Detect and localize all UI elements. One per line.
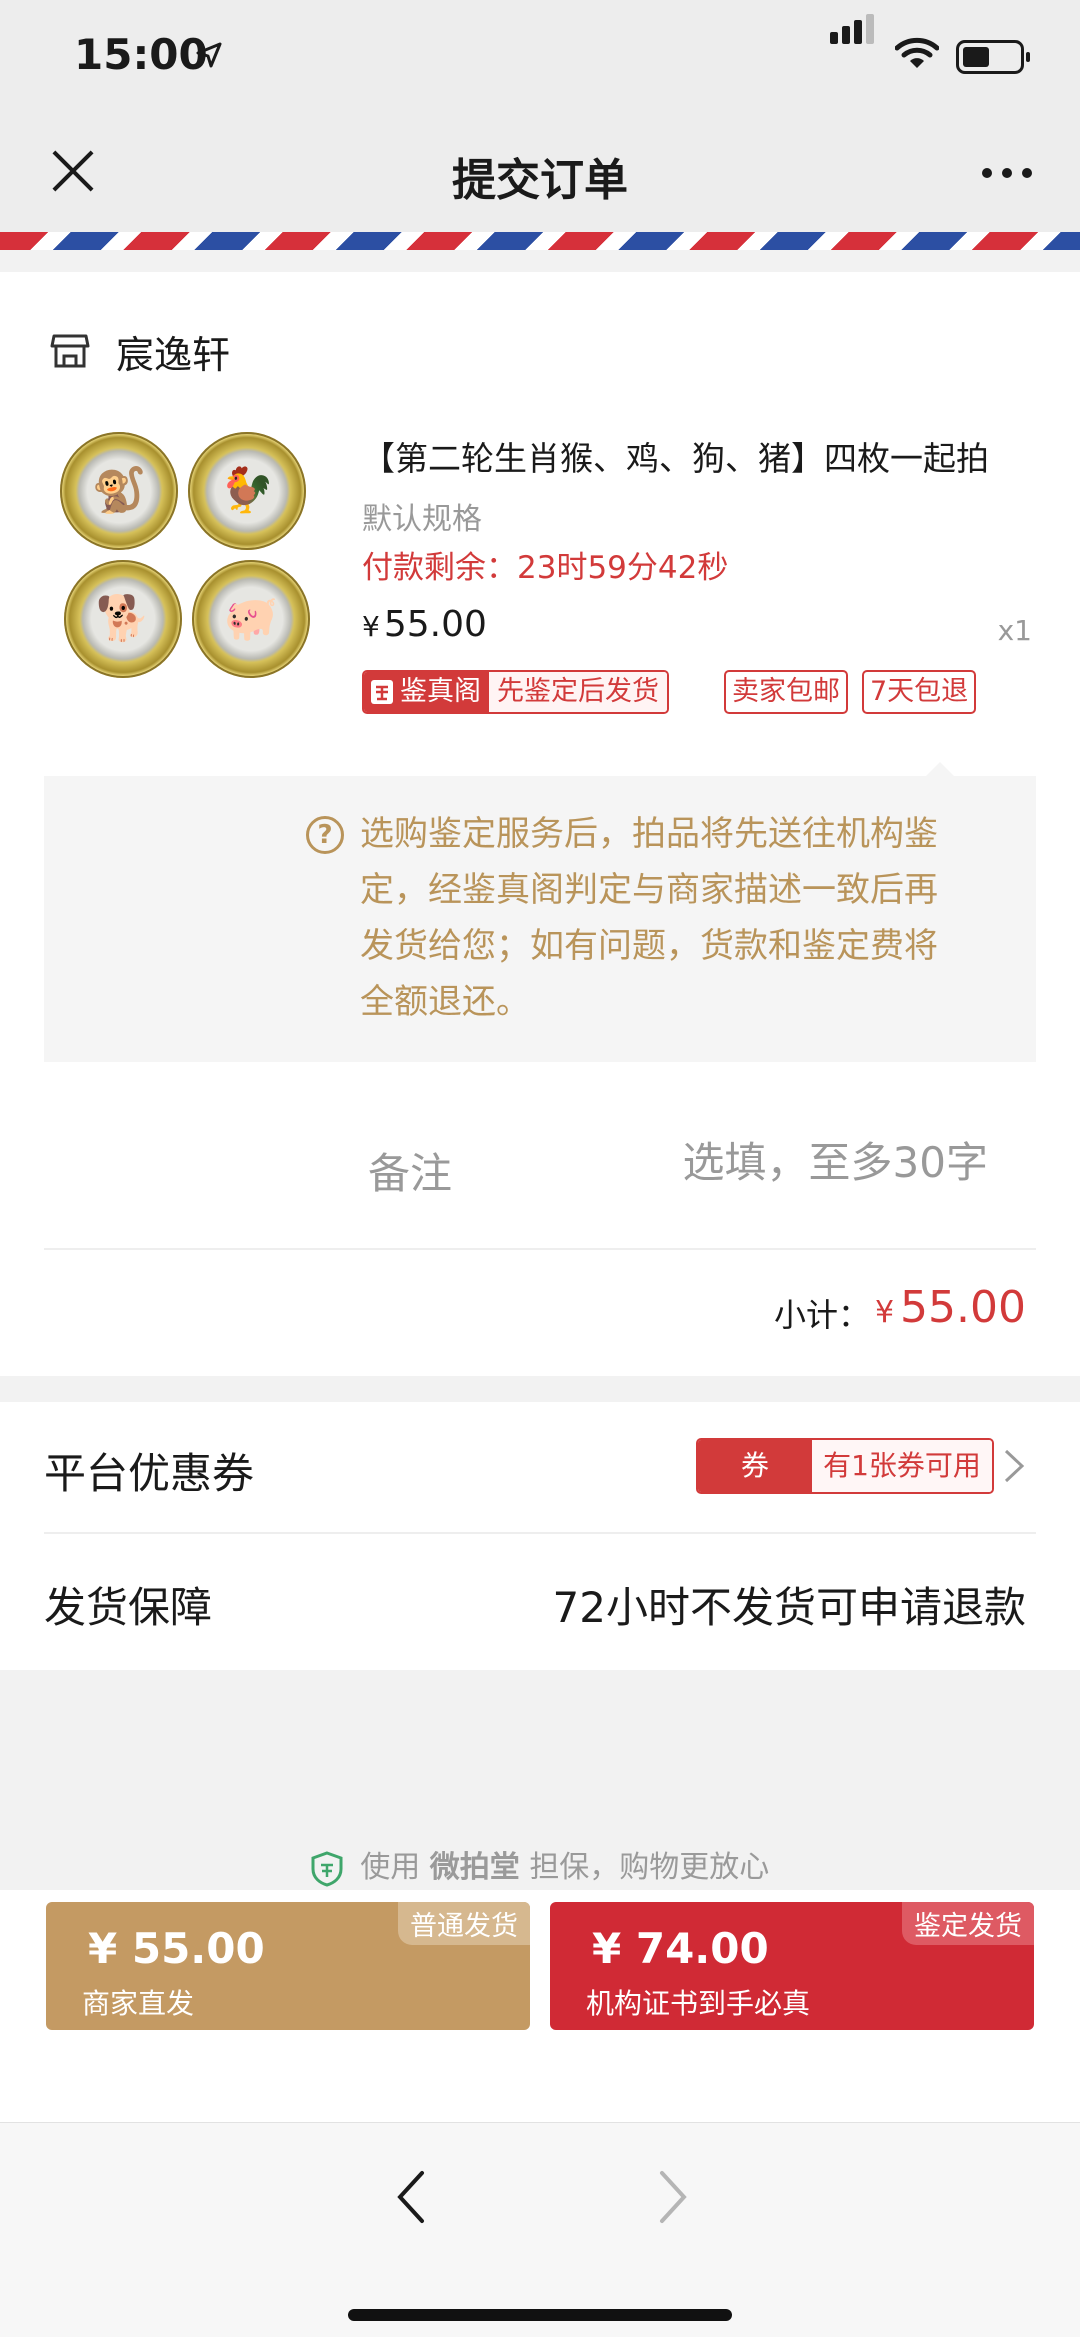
status-time: 15:00 [74,30,208,79]
divider [44,1532,1036,1534]
page-title: 提交订单 [452,155,628,206]
product-quantity: x1 [997,614,1032,647]
product-price: ¥55.00 [362,604,487,645]
product-title[interactable]: 【第二轮生肖猴、鸡、狗、猪】四枚一起拍 [362,432,989,480]
authenticated-shipping-badge: 鉴定发货 [902,1902,1034,1945]
shipping-guarantee-value: 72小时不发货可申请退款 [552,1583,1026,1632]
normal-shipping-button[interactable]: ¥ 55.00 商家直发 普通发货 [46,1902,530,2030]
authenticated-shipping-button[interactable]: ¥ 74.00 机构证书到手必真 鉴定发货 [550,1902,1034,2030]
tag-seven-day-return: 7天包退 [862,670,977,714]
chevron-right-icon[interactable] [1002,1448,1026,1484]
guarantee-brand: 微拍堂 [429,1850,520,1885]
product-image[interactable]: 🐒 🐓 🐕 🐖 [60,432,310,682]
authentication-icon [371,680,393,704]
browser-bottom-bar [0,2122,1080,2337]
more-icon[interactable] [982,168,1032,180]
remark-input[interactable] [560,1130,988,1194]
shop-name[interactable]: 宸逸轩 [116,324,230,379]
order-card: 宸逸轩 🐒 🐓 🐕 🐖 【第二轮生肖猴、鸡、狗、猪】四枚一起拍 默认规格 付款剩… [0,272,1080,1376]
options-card: 平台优惠券 券 有1张券可用 发货保障 72小时不发货可申请退款 [0,1402,1080,1670]
back-icon[interactable] [392,2167,432,2227]
wifi-icon [895,37,939,68]
tag-authentication: 鉴真阁 先鉴定后发货 [362,670,669,714]
payment-countdown: 付款剩余：23时59分42秒 [362,550,729,586]
forward-icon[interactable] [652,2167,692,2227]
product-spec: 默认规格 [362,502,482,537]
help-icon: ? [306,816,344,854]
coupon-available: 有1张券可用 [812,1440,992,1492]
battery-icon [956,40,1030,74]
authentication-notice: ? 选购鉴定服务后，拍品将先送往机构鉴定，经鉴真阁判定与商家描述一致后再发货给您… [44,762,1036,1062]
divider [44,1248,1036,1250]
top-bar: 15:00 提交订单 [0,0,1080,232]
shop-icon [50,334,90,368]
purchase-buttons: ¥ 55.00 商家直发 普通发货 ¥ 74.00 机构证书到手必真 鉴定发货 [0,1890,1080,2122]
coupon-selector[interactable]: 券 有1张券可用 [696,1438,994,1494]
airmail-border [0,232,1080,250]
guarantee-shield-icon [311,1850,343,1887]
location-arrow-icon [196,42,222,68]
remark-label: 备注 [368,1149,453,1198]
subtotal-value: ¥55.00 [874,1282,1026,1333]
shipping-guarantee-label: 发货保障 [44,1583,213,1632]
guarantee-line: 使用 微拍堂 担保，购物更放心 [0,1842,1080,1887]
notice-text: 选购鉴定服务后，拍品将先送往机构鉴定，经鉴真阁判定与商家描述一致后再发货给您；如… [360,814,938,1022]
coupon-tag: 券 [698,1440,812,1492]
subtotal-label: 小计： [774,1296,871,1334]
home-indicator [348,2309,732,2321]
tag-free-shipping: 卖家包邮 [724,670,848,714]
normal-shipping-badge: 普通发货 [398,1902,530,1945]
coupon-label[interactable]: 平台优惠券 [44,1440,254,1501]
